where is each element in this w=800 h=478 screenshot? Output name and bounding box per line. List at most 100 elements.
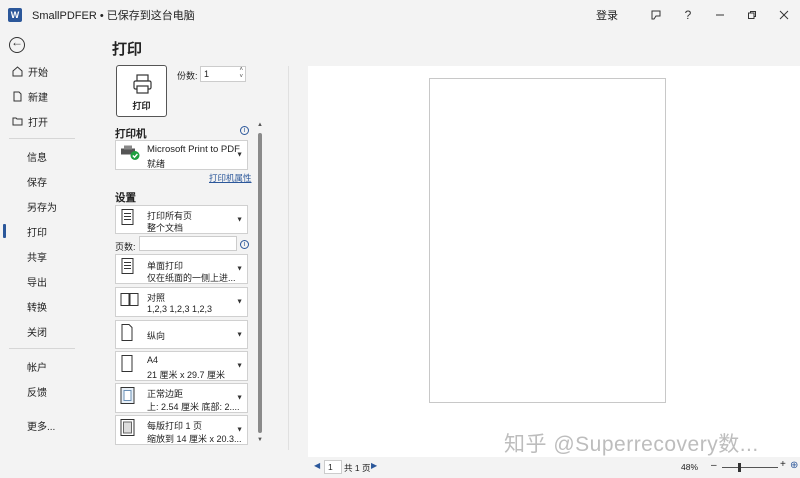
print-preview: 知乎 @Superrecovery数... [308, 66, 800, 457]
current-page-input[interactable]: 1 [324, 460, 342, 474]
sidebar-item-label: 帐户 [27, 362, 47, 374]
sidebar-item-more[interactable]: 更多... [0, 414, 100, 436]
sidebar-item-home[interactable]: 开始 [0, 60, 100, 82]
pages-per-sheet-select[interactable]: 每版打印 1 页 缩放到 14 厘米 x 20.3... ▼ [115, 415, 248, 445]
sidebar-item-info[interactable]: 信息 [0, 145, 100, 167]
sidebar-item-label: 转换 [27, 302, 47, 314]
scroll-up-icon[interactable]: ▲ [257, 122, 263, 128]
sidebar-item-label: 另存为 [27, 202, 57, 214]
previous-page-icon[interactable]: ◀ [314, 461, 320, 470]
printer-name: Microsoft Print to PDF [147, 144, 240, 155]
collation-select[interactable]: 对照 1,2,3 1,2,3 1,2,3 ▼ [115, 287, 248, 317]
sidebar-divider [9, 348, 75, 349]
login-button[interactable]: 登录 [596, 7, 618, 23]
chevron-down-icon: ▼ [236, 331, 243, 338]
print-range-select[interactable]: 打印所有页 整个文档 ▼ [115, 205, 248, 234]
chevron-down-icon: ▼ [236, 216, 243, 223]
printer-info-icon[interactable]: i [240, 126, 249, 135]
pages-input[interactable] [139, 236, 237, 251]
setting-line-2: 21 厘米 x 29.7 厘米 [147, 370, 226, 380]
setting-line-2: 仅在纸面的一侧上进... [147, 273, 236, 283]
sidebar-item-save-as[interactable]: 另存为 [0, 195, 100, 217]
paper-size-icon [120, 355, 134, 378]
help-button[interactable]: ? [672, 8, 704, 22]
zoom-slider-thumb[interactable] [738, 463, 741, 472]
printer-ready-icon [120, 145, 142, 166]
restore-icon[interactable] [736, 10, 768, 20]
chevron-down-icon: ▼ [236, 265, 243, 273]
zoom-slider[interactable] [722, 467, 778, 468]
next-page-icon[interactable]: ▶ [371, 461, 377, 470]
copies-value: 1 [204, 69, 210, 79]
new-doc-icon [11, 90, 23, 102]
close-icon[interactable] [768, 10, 800, 20]
sidebar-item-label: 导出 [27, 277, 47, 289]
back-arrow-icon[interactable] [9, 35, 25, 53]
setting-line-1: 对照 [147, 293, 166, 303]
pages-info-icon[interactable]: i [240, 240, 249, 249]
copies-stepper[interactable]: 1 ˄ ˅ [200, 66, 246, 82]
zoom-level: 48% [681, 462, 699, 472]
sidebar-item-label: 信息 [27, 152, 47, 164]
collated-icon [120, 293, 140, 312]
sidebar-item-label: 反馈 [27, 387, 47, 399]
sidebar-item-export[interactable]: 导出 [0, 270, 100, 292]
printer-select[interactable]: Microsoft Print to PDF 就绪 ▼ [115, 140, 248, 170]
setting-line-2: 整个文档 [147, 223, 184, 233]
orientation-select[interactable]: 纵向 ▼ [115, 320, 248, 349]
page-title: 打印 [112, 41, 143, 58]
minimize-icon[interactable] [704, 10, 736, 20]
sidebar-item-account[interactable]: 帐户 [0, 355, 100, 377]
sidebar-item-label: 保存 [27, 177, 47, 189]
print-pane: 打印 打印 份数: 1 ˄ ˅ 打印机 i Microsoft Print to … [100, 30, 800, 474]
sidebar-item-label: 关闭 [27, 327, 47, 339]
margins-select[interactable]: 正常边距 上: 2.54 厘米 底部: 2.... ▼ [115, 383, 248, 413]
pages-icon [120, 208, 136, 231]
printer-icon [133, 74, 152, 99]
printer-status: 就绪 [147, 159, 166, 169]
sidebar-item-label: 新建 [28, 92, 48, 104]
sides-select[interactable]: 单面打印 仅在纸面的一侧上进... ▼ [115, 254, 248, 284]
setting-line-1: 正常边距 [147, 389, 184, 399]
copies-spin-icon[interactable]: ˄ ˅ [239, 67, 243, 81]
sidebar-item-label: 共享 [27, 252, 47, 264]
sidebar-item-convert[interactable]: 转换 [0, 295, 100, 317]
zoom-in-icon[interactable]: + [780, 459, 786, 470]
sidebar-item-print[interactable]: 打印 [0, 220, 100, 242]
chevron-down-icon: ▼ [236, 426, 243, 434]
chevron-down-icon: ▼ [236, 151, 243, 159]
print-button[interactable]: 打印 [116, 65, 167, 117]
sidebar-item-label: 打印 [27, 227, 47, 239]
home-icon [11, 65, 23, 77]
sidebar-item-save[interactable]: 保存 [0, 170, 100, 192]
sidebar-item-new[interactable]: 新建 [0, 85, 100, 107]
zoom-out-icon[interactable]: – [711, 460, 717, 471]
scroll-down-icon[interactable]: ▼ [257, 437, 263, 443]
paper-size-select[interactable]: A4 21 厘米 x 29.7 厘米 ▼ [115, 351, 248, 381]
one-sided-icon [120, 258, 136, 281]
copies-label: 份数: [177, 71, 198, 81]
settings-section-heading: 设置 [115, 192, 136, 204]
preview-status-bar: ◀ 1 共 1 页 ▶ 48% – + ⊕ [308, 458, 800, 478]
print-button-label: 打印 [132, 101, 151, 111]
sidebar-item-open[interactable]: 打开 [0, 110, 100, 132]
zoom-to-page-icon[interactable]: ⊕ [790, 460, 798, 471]
preview-page [429, 78, 666, 403]
chevron-down-icon: ▼ [236, 362, 243, 370]
setting-line-2: 上: 2.54 厘米 底部: 2.... [147, 402, 240, 412]
backstage-sidebar: 开始 新建 打开 信息 保存 另存为 打印 共享 导出 转换 关闭 帐户 [0, 30, 100, 450]
printer-properties-link[interactable]: 打印机属性 [209, 172, 252, 184]
word-app-icon: W [8, 8, 22, 22]
sidebar-item-close[interactable]: 关闭 [0, 320, 100, 342]
setting-line-2: 1,2,3 1,2,3 1,2,3 [147, 304, 213, 314]
open-folder-icon [11, 115, 23, 127]
sidebar-item-share[interactable]: 共享 [0, 245, 100, 267]
sidebar-item-label: 打开 [28, 117, 48, 129]
sidebar-item-feedback[interactable]: 反馈 [0, 380, 100, 402]
margins-icon [120, 387, 136, 410]
settings-scrollbar[interactable] [258, 133, 262, 433]
setting-line-1: A4 [147, 355, 159, 365]
coauthor-icon[interactable] [640, 9, 672, 21]
title-bar: W SmallPDFER • 已保存到这台电脑 登录 ? [0, 0, 800, 30]
document-title: SmallPDFER • 已保存到这台电脑 [32, 10, 195, 22]
